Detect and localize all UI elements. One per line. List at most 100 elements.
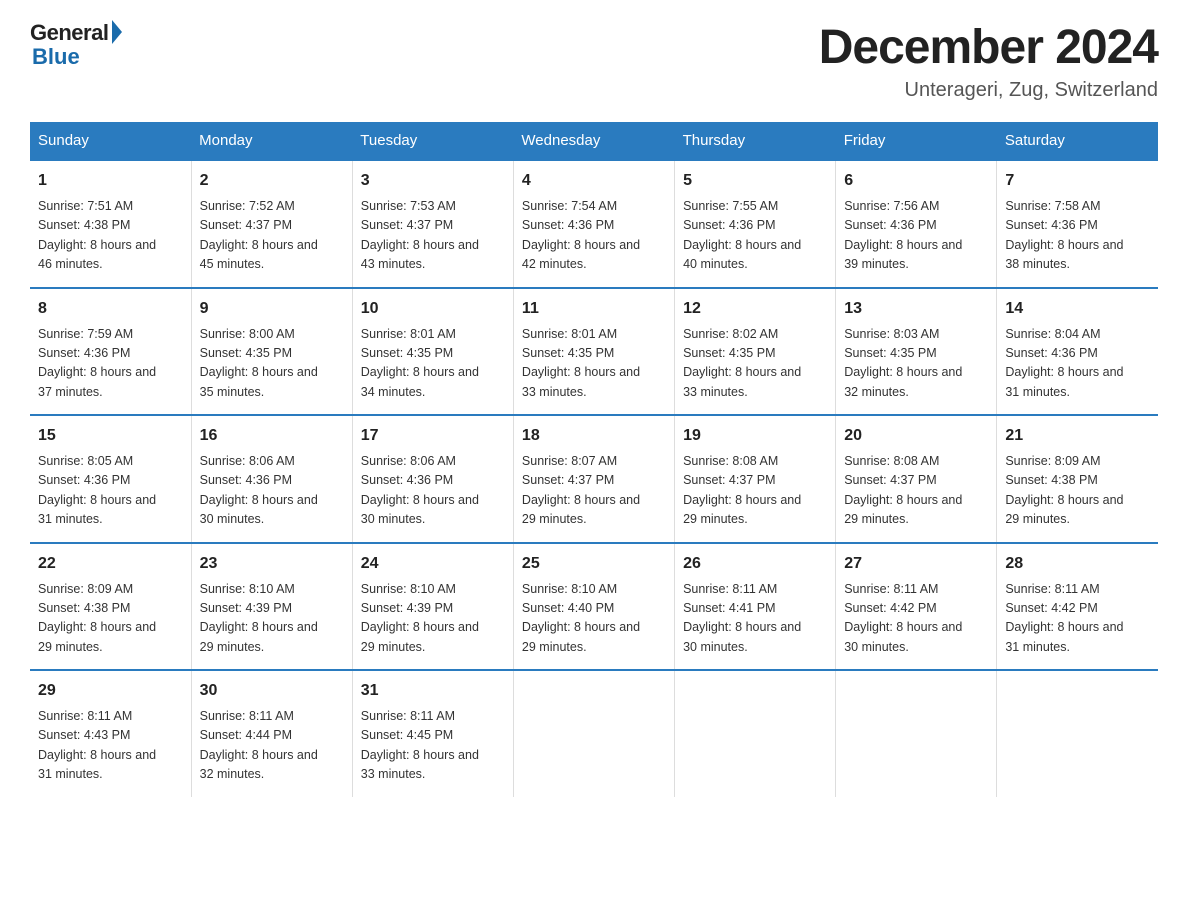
day-number: 25 (522, 552, 666, 576)
day-number: 14 (1005, 297, 1150, 321)
calendar-cell: 10 Sunrise: 8:01 AMSunset: 4:35 PMDayligh… (352, 288, 513, 416)
day-info: Sunrise: 8:10 AMSunset: 4:39 PMDaylight:… (361, 580, 505, 658)
day-info: Sunrise: 8:03 AMSunset: 4:35 PMDaylight:… (844, 325, 988, 403)
day-info: Sunrise: 8:08 AMSunset: 4:37 PMDaylight:… (844, 452, 988, 530)
calendar-cell: 21Sunrise: 8:09 AMSunset: 4:38 PMDayligh… (997, 415, 1158, 543)
calendar-cell: 5Sunrise: 7:55 AMSunset: 4:36 PMDaylight… (675, 160, 836, 288)
day-info: Sunrise: 8:06 AMSunset: 4:36 PMDaylight:… (361, 452, 505, 530)
calendar-cell: 18 Sunrise: 8:07 AMSunset: 4:37 PMDayligh… (513, 415, 674, 543)
day-info: Sunrise: 7:53 AMSunset: 4:37 PMDaylight:… (361, 197, 505, 275)
calendar-cell: 4 Sunrise: 7:54 AMSunset: 4:36 PMDaylight… (513, 160, 674, 288)
calendar-cell: 30Sunrise: 8:11 AMSunset: 4:44 PMDayligh… (191, 670, 352, 797)
calendar-cell: 9 Sunrise: 8:00 AMSunset: 4:35 PMDaylight… (191, 288, 352, 416)
day-of-week-header: Monday (191, 122, 352, 160)
day-info: Sunrise: 8:08 AMSunset: 4:37 PMDaylight:… (683, 452, 827, 530)
calendar-week-row: 29Sunrise: 8:11 AMSunset: 4:43 PMDayligh… (30, 670, 1158, 797)
calendar-cell: 1 Sunrise: 7:51 AMSunset: 4:38 PMDaylight… (30, 160, 191, 288)
day-info: Sunrise: 8:07 AMSunset: 4:37 PMDaylight:… (522, 452, 666, 530)
calendar-table: SundayMondayTuesdayWednesdayThursdayFrid… (30, 122, 1158, 797)
calendar-cell: 31 Sunrise: 8:11 AMSunset: 4:45 PMDayligh… (352, 670, 513, 797)
day-number: 8 (38, 297, 183, 321)
day-of-week-header: Saturday (997, 122, 1158, 160)
day-number: 21 (1005, 424, 1150, 448)
day-number: 17 (361, 424, 505, 448)
day-number: 7 (1005, 169, 1150, 193)
day-info: Sunrise: 8:11 AMSunset: 4:45 PMDaylight:… (361, 707, 505, 785)
day-number: 3 (361, 169, 505, 193)
calendar-week-row: 1 Sunrise: 7:51 AMSunset: 4:38 PMDaylight… (30, 160, 1158, 288)
day-number: 12 (683, 297, 827, 321)
calendar-cell: 26 Sunrise: 8:11 AMSunset: 4:41 PMDayligh… (675, 543, 836, 671)
day-number: 2 (200, 169, 344, 193)
location-subtitle: Unterageri, Zug, Switzerland (819, 79, 1158, 102)
calendar-week-row: 22Sunrise: 8:09 AMSunset: 4:38 PMDayligh… (30, 543, 1158, 671)
calendar-cell: 3 Sunrise: 7:53 AMSunset: 4:37 PMDaylight… (352, 160, 513, 288)
day-number: 24 (361, 552, 505, 576)
day-info: Sunrise: 8:09 AMSunset: 4:38 PMDaylight:… (38, 580, 183, 658)
day-info: Sunrise: 7:59 AMSunset: 4:36 PMDaylight:… (38, 325, 183, 403)
calendar-cell: 19 Sunrise: 8:08 AMSunset: 4:37 PMDayligh… (675, 415, 836, 543)
calendar-cell: 2Sunrise: 7:52 AMSunset: 4:37 PMDaylight… (191, 160, 352, 288)
day-of-week-header: Wednesday (513, 122, 674, 160)
logo-general-text: General (30, 20, 108, 46)
calendar-cell (997, 670, 1158, 797)
calendar-week-row: 8 Sunrise: 7:59 AMSunset: 4:36 PMDaylight… (30, 288, 1158, 416)
calendar-cell: 23Sunrise: 8:10 AMSunset: 4:39 PMDayligh… (191, 543, 352, 671)
day-number: 6 (844, 169, 988, 193)
logo: General Blue (30, 20, 122, 70)
day-number: 11 (522, 297, 666, 321)
day-number: 9 (200, 297, 344, 321)
calendar-cell: 12Sunrise: 8:02 AMSunset: 4:35 PMDayligh… (675, 288, 836, 416)
month-title: December 2024 (819, 20, 1158, 75)
title-block: December 2024 Unterageri, Zug, Switzerla… (819, 20, 1158, 102)
day-info: Sunrise: 8:11 AMSunset: 4:43 PMDaylight:… (38, 707, 183, 785)
day-number: 28 (1005, 552, 1150, 576)
calendar-cell: 24 Sunrise: 8:10 AMSunset: 4:39 PMDayligh… (352, 543, 513, 671)
day-number: 10 (361, 297, 505, 321)
calendar-cell: 8 Sunrise: 7:59 AMSunset: 4:36 PMDaylight… (30, 288, 191, 416)
calendar-cell: 27 Sunrise: 8:11 AMSunset: 4:42 PMDayligh… (836, 543, 997, 671)
day-number: 26 (683, 552, 827, 576)
calendar-cell: 7 Sunrise: 7:58 AMSunset: 4:36 PMDaylight… (997, 160, 1158, 288)
day-info: Sunrise: 8:05 AMSunset: 4:36 PMDaylight:… (38, 452, 183, 530)
day-info: Sunrise: 8:11 AMSunset: 4:42 PMDaylight:… (1005, 580, 1150, 658)
day-number: 20 (844, 424, 988, 448)
day-info: Sunrise: 7:58 AMSunset: 4:36 PMDaylight:… (1005, 197, 1150, 275)
day-info: Sunrise: 7:54 AMSunset: 4:36 PMDaylight:… (522, 197, 666, 275)
calendar-cell: 15 Sunrise: 8:05 AMSunset: 4:36 PMDayligh… (30, 415, 191, 543)
calendar-cell: 6Sunrise: 7:56 AMSunset: 4:36 PMDaylight… (836, 160, 997, 288)
calendar-cell: 25Sunrise: 8:10 AMSunset: 4:40 PMDayligh… (513, 543, 674, 671)
day-number: 18 (522, 424, 666, 448)
day-info: Sunrise: 8:11 AMSunset: 4:44 PMDaylight:… (200, 707, 344, 785)
day-info: Sunrise: 7:51 AMSunset: 4:38 PMDaylight:… (38, 197, 183, 275)
day-number: 5 (683, 169, 827, 193)
day-number: 4 (522, 169, 666, 193)
calendar-cell: 28 Sunrise: 8:11 AMSunset: 4:42 PMDayligh… (997, 543, 1158, 671)
day-of-week-header: Sunday (30, 122, 191, 160)
day-number: 27 (844, 552, 988, 576)
calendar-cell: 29Sunrise: 8:11 AMSunset: 4:43 PMDayligh… (30, 670, 191, 797)
day-number: 15 (38, 424, 183, 448)
calendar-cell: 20 Sunrise: 8:08 AMSunset: 4:37 PMDayligh… (836, 415, 997, 543)
day-of-week-header: Tuesday (352, 122, 513, 160)
calendar-cell (675, 670, 836, 797)
day-number: 19 (683, 424, 827, 448)
day-number: 31 (361, 679, 505, 703)
day-info: Sunrise: 8:01 AMSunset: 4:35 PMDaylight:… (361, 325, 505, 403)
day-info: Sunrise: 8:01 AMSunset: 4:35 PMDaylight:… (522, 325, 666, 403)
logo-arrow-icon (112, 20, 122, 44)
calendar-cell: 11 Sunrise: 8:01 AMSunset: 4:35 PMDayligh… (513, 288, 674, 416)
day-info: Sunrise: 8:10 AMSunset: 4:39 PMDaylight:… (200, 580, 344, 658)
day-number: 1 (38, 169, 183, 193)
calendar-cell: 13Sunrise: 8:03 AMSunset: 4:35 PMDayligh… (836, 288, 997, 416)
day-info: Sunrise: 8:11 AMSunset: 4:42 PMDaylight:… (844, 580, 988, 658)
day-number: 16 (200, 424, 344, 448)
calendar-cell: 22Sunrise: 8:09 AMSunset: 4:38 PMDayligh… (30, 543, 191, 671)
day-info: Sunrise: 8:06 AMSunset: 4:36 PMDaylight:… (200, 452, 344, 530)
calendar-cell (513, 670, 674, 797)
calendar-week-row: 15 Sunrise: 8:05 AMSunset: 4:36 PMDayligh… (30, 415, 1158, 543)
calendar-cell: 16 Sunrise: 8:06 AMSunset: 4:36 PMDayligh… (191, 415, 352, 543)
day-info: Sunrise: 8:00 AMSunset: 4:35 PMDaylight:… (200, 325, 344, 403)
calendar-header-row: SundayMondayTuesdayWednesdayThursdayFrid… (30, 122, 1158, 160)
day-info: Sunrise: 8:11 AMSunset: 4:41 PMDaylight:… (683, 580, 827, 658)
